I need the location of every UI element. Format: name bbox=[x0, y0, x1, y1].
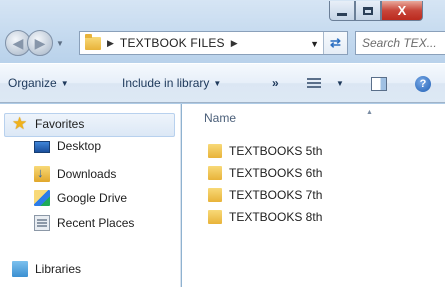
command-bar: Organize ▼ Include in library ▼ » ▼ ? bbox=[0, 63, 445, 103]
preview-pane-icon[interactable] bbox=[371, 77, 387, 91]
folder-icon bbox=[208, 210, 222, 224]
include-in-library-label: Include in library bbox=[122, 76, 210, 90]
maximize-icon bbox=[363, 6, 373, 15]
search-input[interactable]: Search TEX... bbox=[355, 31, 445, 55]
forward-arrow-icon: ▶ bbox=[34, 34, 46, 51]
close-icon: X bbox=[397, 3, 407, 18]
sidebar-item-label: Desktop bbox=[57, 139, 102, 153]
column-header-label: Name bbox=[204, 111, 237, 125]
organize-button[interactable]: Organize ▼ bbox=[8, 76, 69, 90]
breadcrumb-textbook-files[interactable]: TEXTBOOK FILES bbox=[120, 36, 225, 50]
help-icon: ? bbox=[419, 78, 427, 90]
list-item[interactable]: TEXTBOOKS 8th bbox=[208, 210, 322, 224]
maximize-button[interactable] bbox=[355, 1, 381, 21]
close-button[interactable]: X bbox=[381, 1, 423, 21]
include-in-library-button[interactable]: Include in library ▼ bbox=[122, 76, 221, 90]
minimize-button[interactable] bbox=[329, 1, 355, 21]
folder-icon bbox=[85, 33, 101, 50]
breadcrumb-arrow-icon[interactable]: ▶ bbox=[107, 38, 114, 49]
desktop-icon bbox=[34, 141, 50, 153]
breadcrumb-arrow-icon[interactable]: ▶ bbox=[231, 38, 238, 49]
sidebar-item-label: Google Drive bbox=[57, 191, 128, 205]
address-bar[interactable]: ▶ TEXTBOOK FILES ▶ ▼ ⇄ bbox=[79, 31, 348, 55]
folder-icon bbox=[208, 144, 222, 158]
sidebar-item-recent-places[interactable]: Recent Places bbox=[34, 215, 134, 231]
more-commands-button[interactable]: » bbox=[272, 76, 279, 90]
refresh-button[interactable]: ⇄ bbox=[323, 32, 347, 54]
refresh-icon: ⇄ bbox=[330, 35, 341, 50]
sidebar-item-label: Libraries bbox=[35, 262, 82, 276]
folder-icon bbox=[208, 166, 222, 180]
file-list: ▲ Name TEXTBOOKS 5th TEXTBOOKS 6th TEXTB… bbox=[182, 104, 445, 287]
navigation-pane: ★ Favorites Desktop Downloads Google Dri… bbox=[0, 104, 181, 287]
forward-button[interactable]: ▶ bbox=[27, 30, 53, 56]
file-name: TEXTBOOKS 6th bbox=[229, 166, 323, 180]
back-arrow-icon: ◀ bbox=[12, 34, 24, 51]
list-item[interactable]: TEXTBOOKS 5th bbox=[208, 144, 322, 158]
chevron-down-icon[interactable]: ▼ bbox=[336, 79, 344, 88]
column-header-name[interactable]: ▲ Name bbox=[204, 109, 373, 125]
downloads-icon bbox=[34, 165, 50, 182]
sidebar-item-label: Favorites bbox=[35, 117, 85, 131]
navigation-buttons: ◀ ▶ ▼ bbox=[5, 30, 67, 56]
recent-places-icon bbox=[34, 215, 50, 231]
chevron-down-icon: ▼ bbox=[56, 38, 64, 48]
sidebar-item-label: Recent Places bbox=[57, 216, 135, 230]
window-controls: X bbox=[329, 1, 423, 23]
help-button[interactable]: ? bbox=[415, 76, 431, 92]
minimize-icon bbox=[337, 12, 347, 16]
change-view-icon[interactable] bbox=[307, 78, 321, 90]
sort-ascending-icon: ▲ bbox=[366, 109, 373, 116]
sidebar-item-downloads[interactable]: Downloads bbox=[34, 165, 117, 182]
file-name: TEXTBOOKS 8th bbox=[229, 210, 323, 224]
address-dropdown-icon[interactable]: ▼ bbox=[310, 39, 319, 49]
sidebar-item-favorites[interactable]: ★ Favorites bbox=[12, 114, 85, 133]
chevron-down-icon: ▼ bbox=[60, 79, 69, 89]
star-icon: ★ bbox=[12, 114, 28, 133]
list-item[interactable]: TEXTBOOKS 6th bbox=[208, 166, 322, 180]
libraries-icon bbox=[12, 261, 28, 277]
google-drive-icon bbox=[34, 190, 50, 206]
sidebar-item-google-drive[interactable]: Google Drive bbox=[34, 190, 127, 206]
sidebar-item-desktop[interactable]: Desktop bbox=[34, 139, 101, 153]
file-name: TEXTBOOKS 5th bbox=[229, 144, 323, 158]
list-item[interactable]: TEXTBOOKS 7th bbox=[208, 188, 322, 202]
organize-label: Organize bbox=[8, 76, 57, 90]
sidebar-item-libraries[interactable]: Libraries bbox=[12, 261, 81, 277]
folder-icon bbox=[208, 188, 222, 202]
sidebar-item-label: Downloads bbox=[57, 167, 117, 181]
chevron-down-icon: ▼ bbox=[213, 79, 222, 89]
file-name: TEXTBOOKS 7th bbox=[229, 188, 323, 202]
recent-pages-dropdown[interactable]: ▼ bbox=[53, 30, 67, 56]
